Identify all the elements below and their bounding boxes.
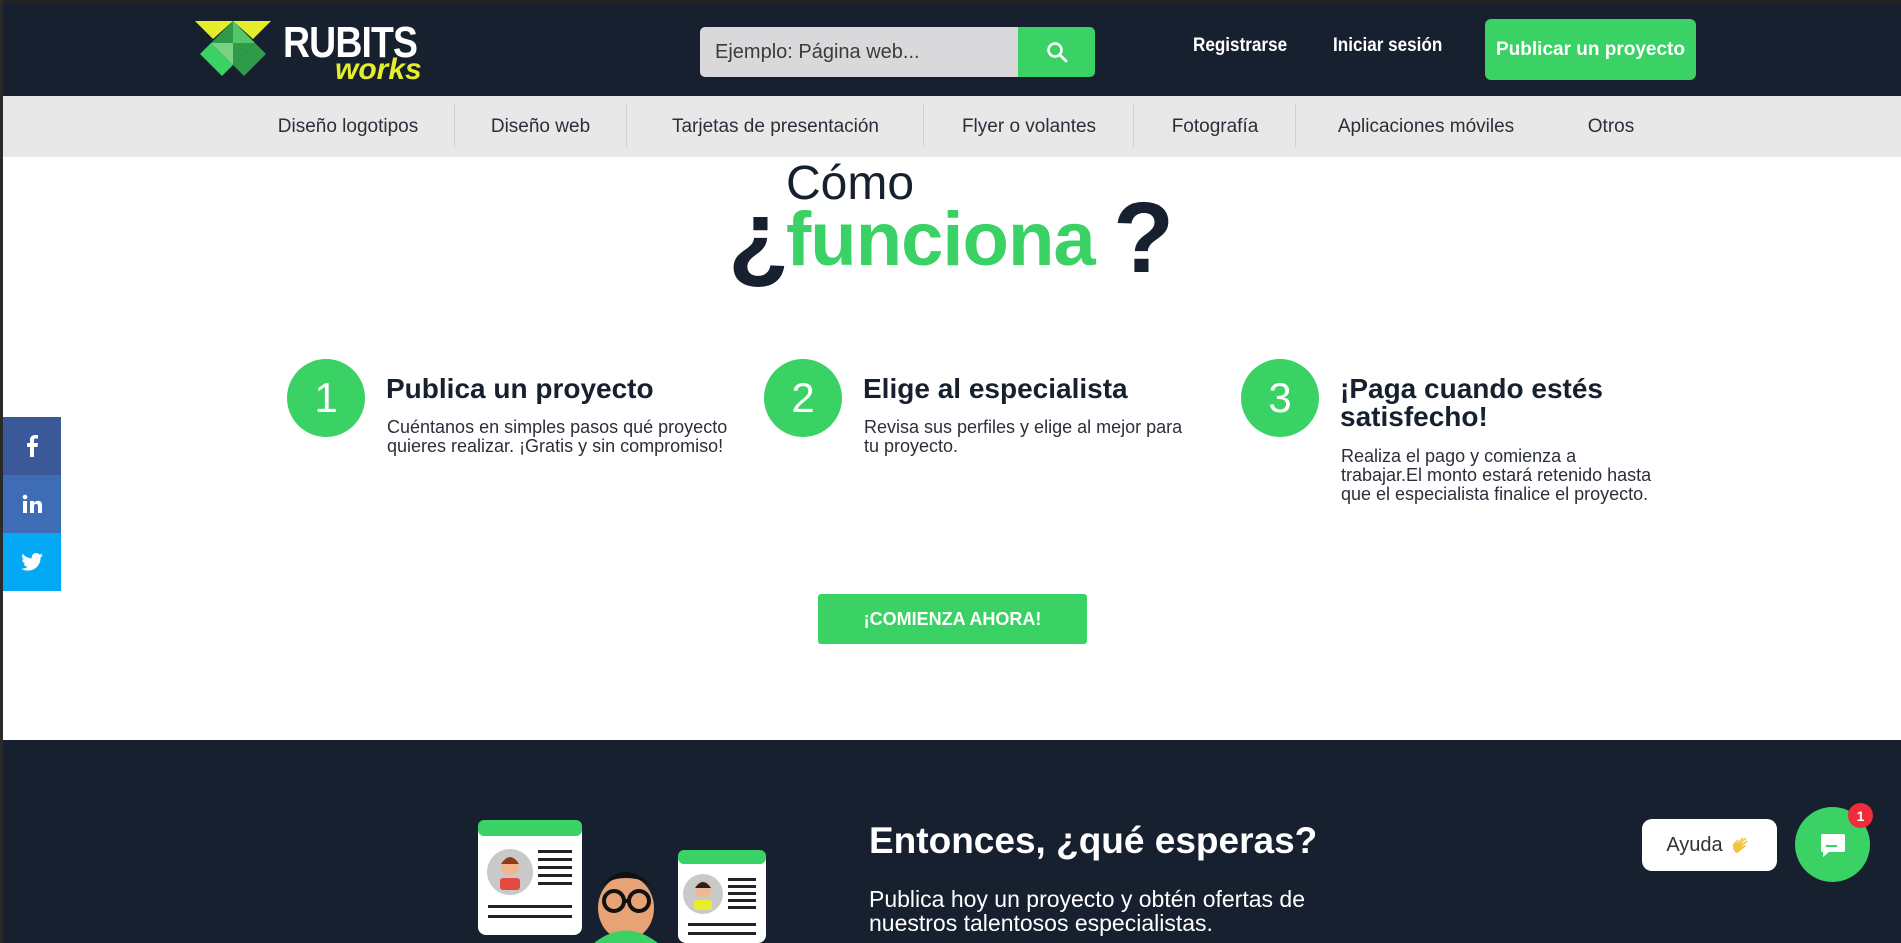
heading-open-question: ¿ [728,180,790,292]
step-1-text: Cuéntanos en simples pasos qué proyecto … [387,417,728,456]
category-mobile-apps[interactable]: Aplicaciones móviles [1296,96,1556,157]
step-2-number: 2 [764,359,842,437]
facebook-icon [27,435,38,457]
step-3-number: 3 [1241,359,1319,437]
publish-project-button[interactable]: Publicar un proyecto [1485,19,1696,80]
cta-band-title: Entonces, ¿qué esperas? [869,820,1318,861]
heading-close-question: ? [1113,182,1175,294]
category-business-cards[interactable]: Tarjetas de presentación [627,96,924,157]
header: RUBITS works Registrarse Iniciar sesión … [3,0,1901,96]
step-3-text: Realiza el pago y comienza a trabajar.El… [1341,446,1652,504]
rubits-logo[interactable]: RUBITS works [193,17,433,87]
facebook-share-button[interactable] [3,417,61,475]
category-photography[interactable]: Fotografía [1134,96,1296,157]
chat-notification-badge: 1 [1848,803,1873,828]
category-flyers[interactable]: Flyer o volantes [924,96,1134,157]
twitter-share-button[interactable] [3,533,61,591]
step-1-title: Publica un proyecto [386,373,654,404]
step-2-text: Revisa sus perfiles y elige al mejor par… [864,417,1183,456]
twitter-icon [21,553,43,571]
linkedin-share-button[interactable] [3,475,61,533]
help-label: Ayuda [1666,833,1723,856]
category-bar: Diseño logotipos Diseño web Tarjetas de … [3,96,1901,157]
chat-bubble-icon [1820,833,1845,857]
search-button[interactable] [1018,27,1095,77]
category-others[interactable]: Otros [1556,96,1666,157]
search-bar [700,27,1095,77]
category-web-design[interactable]: Diseño web [455,96,626,157]
specialists-illustration [478,820,766,943]
cta-band-text: Publica hoy un proyecto y obtén ofertas … [869,886,1306,936]
start-now-button[interactable]: ¡COMIENZA AHORA! [818,594,1087,644]
logo-diamond-icon [195,21,271,76]
help-label-button[interactable]: Ayuda [1642,819,1777,871]
register-link[interactable]: Registrarse [1193,35,1287,57]
linkedin-icon [22,494,42,513]
step-2-title: Elige al especialista [863,373,1128,404]
heading-funciona: funciona [786,197,1096,282]
how-it-works-heading: ¿ Cómo funciona ? [0,160,1901,295]
search-input[interactable] [700,27,1018,77]
login-link[interactable]: Iniciar sesión [1333,35,1442,57]
category-logo-design[interactable]: Diseño logotipos [233,96,463,157]
window-edge [0,0,3,943]
waving-hand-icon [1732,837,1748,853]
logo-subword: works [335,53,422,86]
step-3-title: ¡Paga cuando estés satisfecho! [1340,373,1603,432]
step-1-number: 1 [287,359,365,437]
search-icon [1046,42,1067,63]
